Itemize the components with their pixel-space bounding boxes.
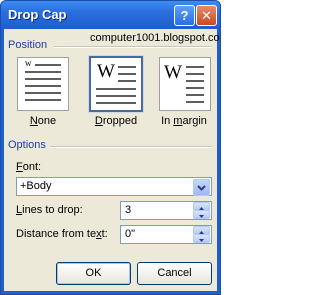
lines-to-drop-spinner[interactable]: 3 <box>120 201 212 220</box>
lines-to-drop-label: Lines to drop: <box>16 204 83 216</box>
margin-letter-icon: W <box>164 62 182 83</box>
drop-cap-dialog: Drop Cap ? ✕ computer1001.blogspot.com P… <box>0 0 221 295</box>
options-heading: Options <box>8 139 46 151</box>
in-margin-label: In margin <box>161 115 207 127</box>
small-w-icon: w <box>25 58 32 68</box>
none-label: None <box>29 115 57 127</box>
dialog-title: Drop Cap <box>8 7 67 22</box>
chevron-down-icon[interactable] <box>193 179 210 196</box>
drop-cap-dropped-option[interactable]: W <box>89 56 143 112</box>
font-label: Font: <box>16 161 42 173</box>
ok-button[interactable]: OK <box>56 262 131 285</box>
watermark-text: computer1001.blogspot.com <box>90 32 221 44</box>
lines-to-drop-value: 3 <box>125 204 132 216</box>
distance-from-text-label: Distance from text: <box>16 228 108 240</box>
position-divider <box>54 46 212 48</box>
position-heading: Position <box>8 39 48 51</box>
cancel-button[interactable]: Cancel <box>137 262 212 285</box>
dialog-body: computer1001.blogspot.com Position w Non… <box>4 29 220 291</box>
drop-cap-in-margin-option[interactable]: W <box>159 57 211 111</box>
dropped-label: Dropped <box>94 115 138 127</box>
drop-cap-none-option[interactable]: w <box>17 57 69 111</box>
close-button[interactable]: ✕ <box>196 5 217 26</box>
options-divider <box>50 146 212 148</box>
font-select[interactable]: +Body <box>16 177 212 196</box>
drop-letter-icon: W <box>97 61 115 82</box>
spin-down-icon[interactable] <box>193 234 210 243</box>
distance-from-text-spinner[interactable]: 0" <box>120 225 212 244</box>
font-value: +Body <box>20 180 52 192</box>
distance-from-text-value: 0" <box>125 228 136 240</box>
title-bar[interactable]: Drop Cap ? ✕ <box>1 1 220 29</box>
help-button[interactable]: ? <box>174 5 195 26</box>
spin-down-icon[interactable] <box>193 210 210 219</box>
